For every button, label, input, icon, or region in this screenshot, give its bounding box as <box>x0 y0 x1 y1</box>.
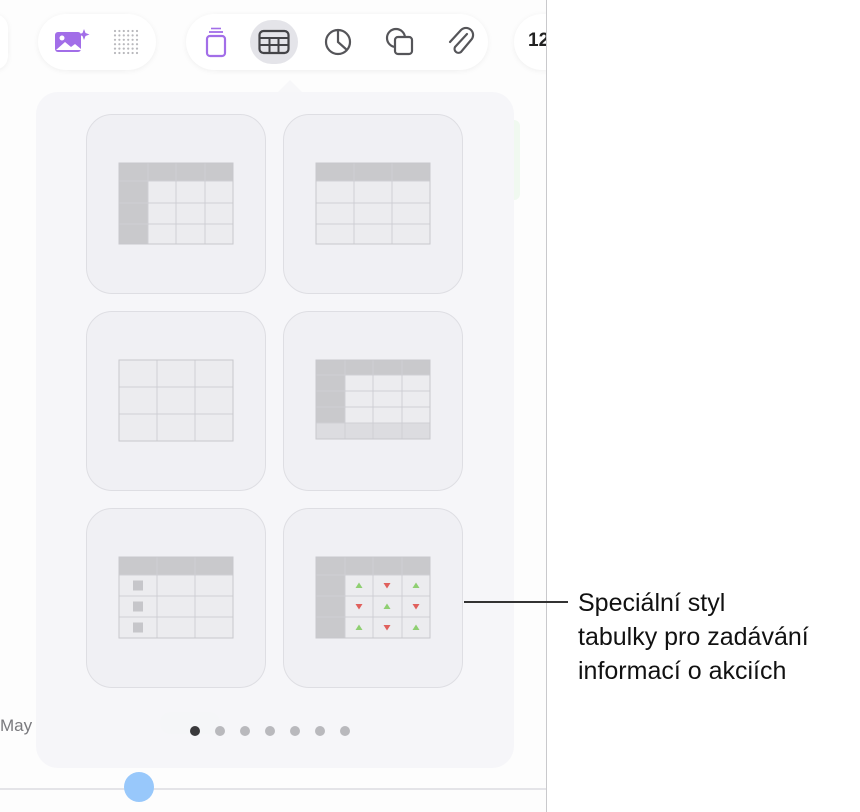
page-dot[interactable] <box>240 726 250 736</box>
callout-line-2: tabulky pro zadávání <box>578 623 809 651</box>
page-dot[interactable] <box>265 726 275 736</box>
grid-dot <box>135 29 139 33</box>
grid-dot <box>131 38 134 41</box>
toolbar-left-group <box>0 14 8 70</box>
table-style-header-footer[interactable] <box>283 311 463 491</box>
grid-dot <box>135 43 139 46</box>
table-style-header-row-column[interactable] <box>86 114 266 294</box>
grid-dot <box>122 43 125 46</box>
grid-dot <box>122 29 125 33</box>
grid-dot <box>118 47 121 50</box>
grid-dot <box>122 51 125 55</box>
dotted-grid-icon <box>113 29 139 55</box>
toolbar-media-group <box>38 14 156 70</box>
table-style-checklist[interactable] <box>86 508 266 688</box>
grid-button[interactable] <box>102 20 150 64</box>
checkbox <box>133 601 143 612</box>
table-preview <box>118 162 234 245</box>
app-screen: 12 May <box>0 0 547 812</box>
grid-dot <box>118 34 121 37</box>
month-label: May <box>0 716 33 735</box>
callout-line-1: Speciální styl <box>578 589 726 617</box>
header-row <box>119 557 233 575</box>
table-style-stock[interactable] <box>283 508 463 688</box>
callout-line-3: informací o akciích <box>578 657 787 685</box>
shape-button[interactable] <box>376 20 424 64</box>
grid-dot <box>113 38 117 41</box>
table-style-plain[interactable] <box>86 311 266 491</box>
grid-dot <box>118 43 121 46</box>
page-dot[interactable] <box>215 726 225 736</box>
table-preview <box>315 556 431 639</box>
grid-dot <box>127 47 130 50</box>
grid-dot <box>131 51 134 55</box>
grid-dot <box>118 38 121 41</box>
text-box-icon <box>205 27 227 58</box>
media-button[interactable] <box>48 20 96 64</box>
timeline-scrubber[interactable] <box>124 772 154 802</box>
header-row <box>316 163 430 181</box>
grid-dot <box>113 43 117 46</box>
page-dot[interactable] <box>290 726 300 736</box>
grid-dot <box>131 47 134 50</box>
popover-arrow <box>278 80 302 92</box>
callout-leader-line <box>464 601 568 603</box>
text-box-button[interactable] <box>192 20 240 64</box>
grid-dot <box>127 51 130 55</box>
table-preview <box>118 359 234 442</box>
page-dot[interactable] <box>315 726 325 736</box>
table-preview <box>315 162 431 245</box>
grid-dot <box>131 43 134 46</box>
grid-dot <box>122 34 125 37</box>
checkbox <box>133 580 143 591</box>
table-style-header-row[interactable] <box>283 114 463 294</box>
grid-dot <box>113 29 117 33</box>
table-body <box>118 359 234 442</box>
grid-dot <box>127 29 130 33</box>
grid-dot <box>131 29 134 33</box>
grid-dot <box>135 38 139 41</box>
table-preview <box>315 359 431 440</box>
paperclip-icon <box>448 26 475 54</box>
toolbar-partial-text[interactable]: 12 <box>528 30 546 52</box>
table-style-popover <box>36 92 514 768</box>
callout-text: Speciální styl tabulky pro zadávání info… <box>578 586 860 688</box>
grid-dot <box>135 47 139 50</box>
grid-dot <box>127 34 130 37</box>
table-icon <box>258 29 290 55</box>
header-column <box>316 557 345 638</box>
page-dot[interactable] <box>340 726 350 736</box>
toolbar-insert-group <box>186 14 488 70</box>
checkbox <box>133 622 143 633</box>
grid-dot <box>131 34 134 37</box>
grid-dot <box>113 34 117 37</box>
grid-dot <box>122 47 125 50</box>
grid-dot <box>127 38 130 41</box>
shape-icon <box>385 27 414 56</box>
grid-dot <box>135 34 139 37</box>
attachment-button[interactable] <box>436 20 484 64</box>
timeline-track <box>0 788 546 790</box>
grid-dot <box>118 51 121 55</box>
table-button[interactable] <box>250 20 298 64</box>
grid-dot <box>118 29 121 33</box>
grid-dot <box>135 51 139 55</box>
photo-sparkle-icon <box>55 29 90 52</box>
grid-dot <box>122 38 125 41</box>
grid-dot <box>113 51 117 55</box>
table-preview <box>118 556 234 639</box>
page-dot[interactable] <box>190 726 200 736</box>
grid-dot <box>113 47 117 50</box>
grid-dot <box>127 43 130 46</box>
page-indicator[interactable] <box>190 724 350 738</box>
chart-button[interactable] <box>314 20 362 64</box>
pie-chart-icon <box>324 28 352 56</box>
